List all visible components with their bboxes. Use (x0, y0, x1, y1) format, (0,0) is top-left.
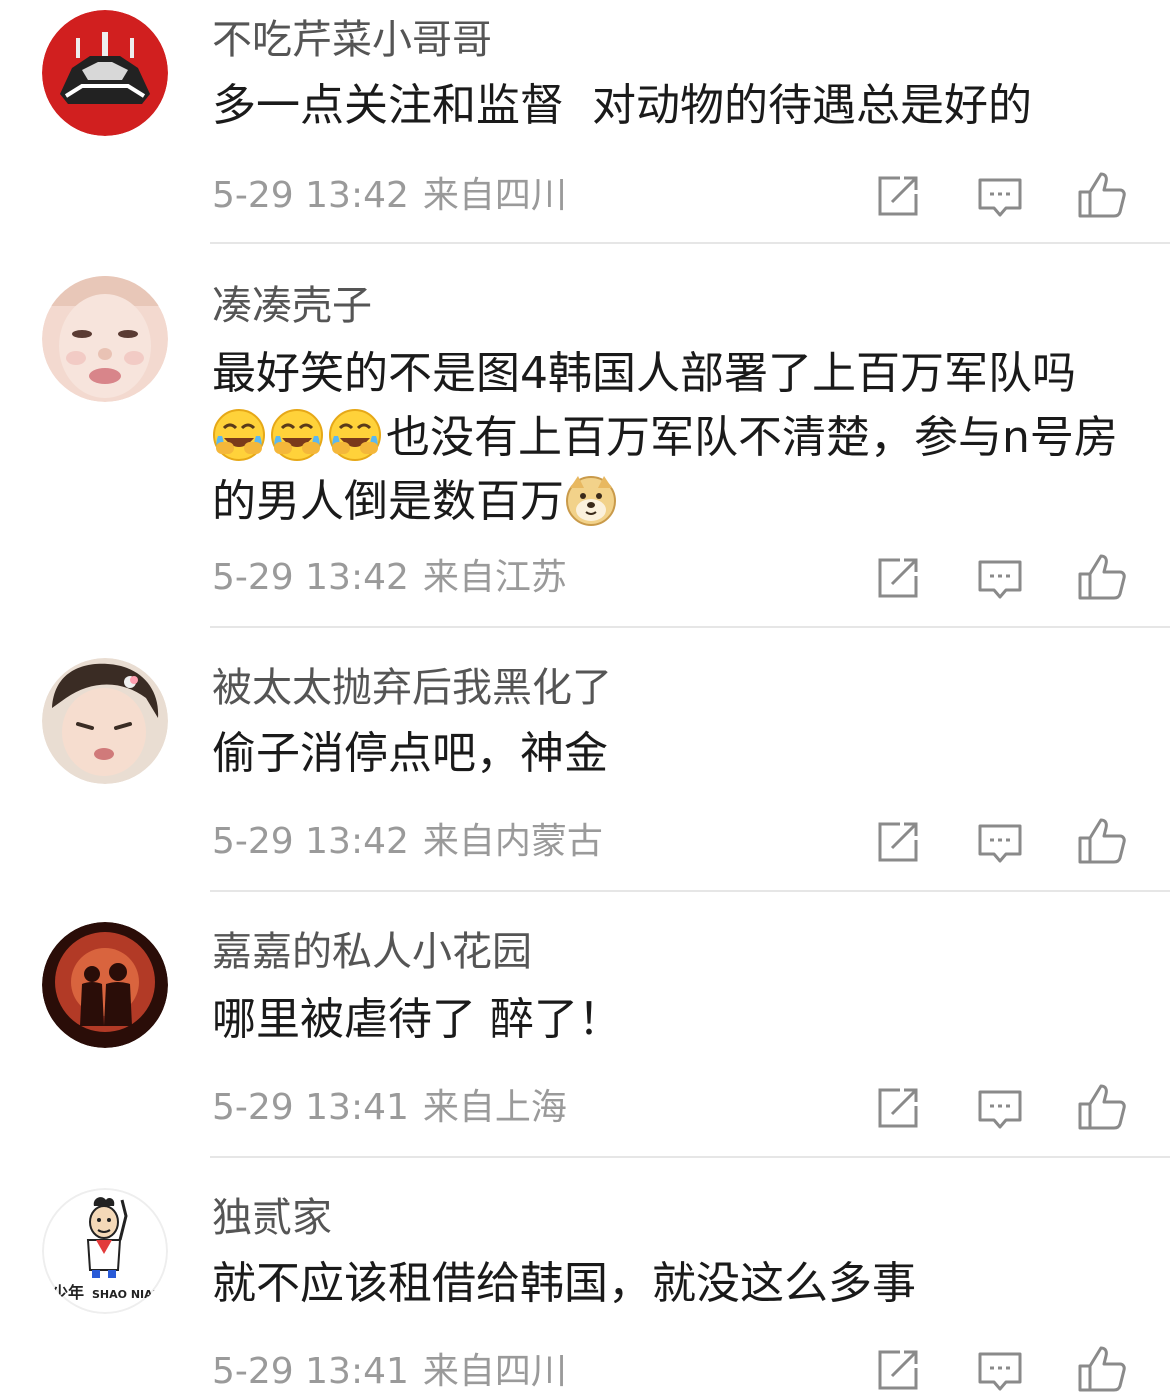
comment-actions (870, 1342, 1140, 1398)
comment-text: 最好笑的不是图4韩国人部署了上百万军队吗 也没有上百万军队不清楚，参与n号房的男人… (212, 342, 1132, 534)
comment-actions (870, 814, 1140, 870)
avatar[interactable]: 少年 SHAO NIAN (42, 1188, 168, 1314)
comment-text-part: 最好笑的不是图4韩国人部署了上百万军队吗 (212, 348, 1076, 399)
comment-actions (870, 168, 1140, 224)
like-button[interactable] (1074, 814, 1130, 870)
comment-icon (978, 178, 1022, 217)
forward-icon (878, 822, 918, 862)
avatar[interactable] (42, 922, 168, 1048)
forward-icon (878, 176, 918, 216)
like-button[interactable] (1074, 168, 1130, 224)
reply-button[interactable] (972, 814, 1028, 870)
timestamp: 5-29 13:42 (212, 821, 409, 862)
like-button[interactable] (1074, 1342, 1130, 1398)
girl-face-avatar-icon (42, 276, 168, 402)
divider (210, 242, 1170, 244)
location: 来自江苏 (422, 557, 567, 598)
thumbs-up-icon (1078, 1084, 1126, 1130)
forward-button[interactable] (870, 814, 926, 870)
reply-button[interactable] (972, 1342, 1028, 1398)
like-button[interactable] (1074, 550, 1130, 606)
timestamp: 5-29 13:42 (212, 175, 409, 216)
divider (210, 1156, 1170, 1158)
comment-meta: 5-29 13:41 来自上海 (212, 1086, 567, 1130)
reply-button[interactable] (972, 1080, 1028, 1136)
laughing-crying-emoji-icon (212, 408, 266, 462)
location: 来自四川 (422, 175, 567, 216)
sports-car-avatar-icon (42, 10, 168, 136)
avatar-brand-text: 少年 (51, 1283, 84, 1302)
comment-icon (978, 824, 1022, 863)
location: 来自内蒙古 (422, 821, 603, 862)
forward-button[interactable] (870, 1080, 926, 1136)
username[interactable]: 凑凑壳子 (212, 282, 372, 330)
username[interactable]: 被太太抛弃后我黑化了 (212, 664, 612, 712)
comment-actions (870, 1080, 1140, 1136)
comment-text: 哪里被虐待了 醉了！ (212, 994, 622, 1045)
forward-button[interactable] (870, 1342, 926, 1398)
thumbs-up-icon (1078, 554, 1126, 600)
comment-text: 多一点关注和监督 对动物的待遇总是好的 (212, 80, 1032, 131)
thumbs-up-icon (1078, 1346, 1126, 1392)
baby-squint-avatar-icon (42, 658, 168, 784)
forward-icon (878, 558, 918, 598)
comment-icon (978, 1352, 1022, 1391)
forward-button[interactable] (870, 550, 926, 606)
comment-meta: 5-29 13:42 来自江苏 (212, 556, 567, 600)
like-button[interactable] (1074, 1080, 1130, 1136)
divider (210, 626, 1170, 628)
location: 来自上海 (422, 1087, 567, 1128)
comment-icon (978, 560, 1022, 599)
doge-emoji-icon (564, 472, 618, 526)
username[interactable]: 不吃芹菜小哥哥 (212, 16, 492, 64)
comment-meta: 5-29 13:42 来自内蒙古 (212, 820, 603, 864)
cartoon-boy-avatar-icon: 少年 SHAO NIAN (42, 1188, 168, 1314)
forward-icon (878, 1088, 918, 1128)
thumbs-up-icon (1078, 818, 1126, 864)
thumbs-up-icon (1078, 172, 1126, 218)
forward-icon (878, 1350, 918, 1390)
location: 来自四川 (422, 1351, 567, 1392)
avatar[interactable] (42, 276, 168, 402)
avatar[interactable] (42, 658, 168, 784)
timestamp: 5-29 13:42 (212, 557, 409, 598)
forward-button[interactable] (870, 168, 926, 224)
username[interactable]: 独贰家 (212, 1194, 332, 1242)
divider (210, 890, 1170, 892)
username[interactable]: 嘉嘉的私人小花园 (212, 928, 532, 976)
reply-button[interactable] (972, 168, 1028, 224)
timestamp: 5-29 13:41 (212, 1087, 409, 1128)
laughing-crying-emoji-icon (270, 408, 324, 462)
timestamp: 5-29 13:41 (212, 1351, 409, 1392)
avatar[interactable] (42, 10, 168, 136)
comment-meta: 5-29 13:42 来自四川 (212, 174, 567, 218)
comment-text: 就不应该租借给韩国，就没这么多事 (212, 1258, 916, 1309)
comment-icon (978, 1090, 1022, 1129)
comment-text: 偷子消停点吧，神金 (212, 728, 608, 779)
reply-button[interactable] (972, 550, 1028, 606)
laughing-crying-emoji-icon (328, 408, 382, 462)
comment-meta: 5-29 13:41 来自四川 (212, 1350, 567, 1394)
couple-silhouette-avatar-icon (42, 922, 168, 1048)
comment-actions (870, 550, 1140, 606)
avatar-brand-subtext: SHAO NIAN (92, 1288, 162, 1301)
